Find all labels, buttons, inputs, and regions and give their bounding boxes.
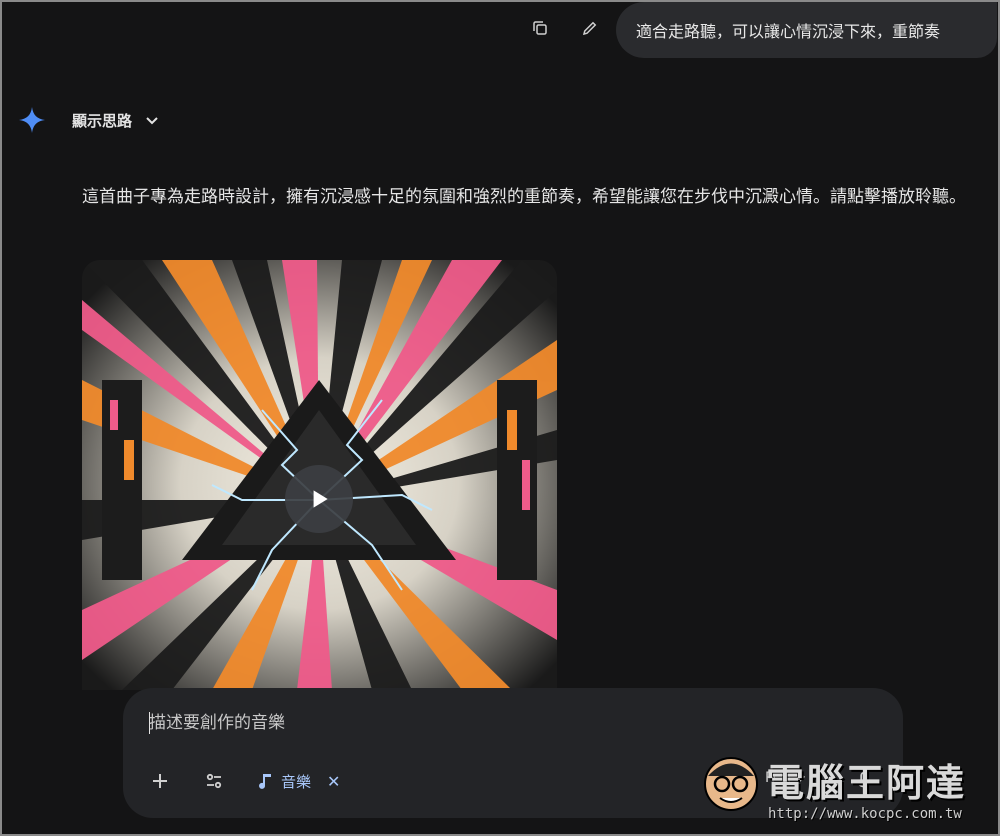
tools-button[interactable] (201, 768, 227, 794)
prompt-input[interactable] (149, 708, 749, 738)
watermark: 電腦王阿達 http://www.kocpc.com.tw (696, 742, 996, 834)
show-thinking-label: 顯示思路 (72, 111, 133, 130)
composer-toolbar: 音樂 ✕ (147, 768, 340, 794)
music-mode-chip[interactable]: 音樂 (257, 771, 311, 792)
text-caret (149, 712, 150, 734)
assistant-response-text: 這首曲子專為走路時設計，擁有沉浸感十足的氛圍和強烈的重節奏，希望能讓您在步伐中沉… (82, 187, 966, 207)
sparkle-icon (19, 107, 45, 133)
plus-icon (153, 774, 167, 788)
music-note-icon (259, 774, 271, 789)
watermark-url: http://www.kocpc.com.tw (768, 806, 962, 822)
user-message-bubble: 適合走路聽，可以讓心情沉浸下來，重節奏 (616, 2, 997, 58)
watermark-title: 電腦王阿達 (766, 761, 967, 805)
assistant-header: 顯示思路 (18, 106, 160, 134)
copy-icon[interactable] (528, 16, 552, 40)
tools-icon (206, 773, 222, 789)
chevron-down-icon (146, 117, 158, 125)
close-icon[interactable]: ✕ (327, 772, 340, 791)
show-thinking-toggle[interactable]: 顯示思路 (72, 110, 160, 131)
edit-icon[interactable] (578, 16, 602, 40)
user-message-text: 適合走路聽，可以讓心情沉浸下來，重節奏 (636, 22, 941, 41)
play-button[interactable] (285, 465, 353, 533)
message-actions (528, 16, 602, 40)
music-chip-label: 音樂 (281, 772, 312, 791)
play-icon (313, 490, 328, 508)
watermark-logo (704, 757, 758, 811)
add-button[interactable] (147, 768, 173, 794)
